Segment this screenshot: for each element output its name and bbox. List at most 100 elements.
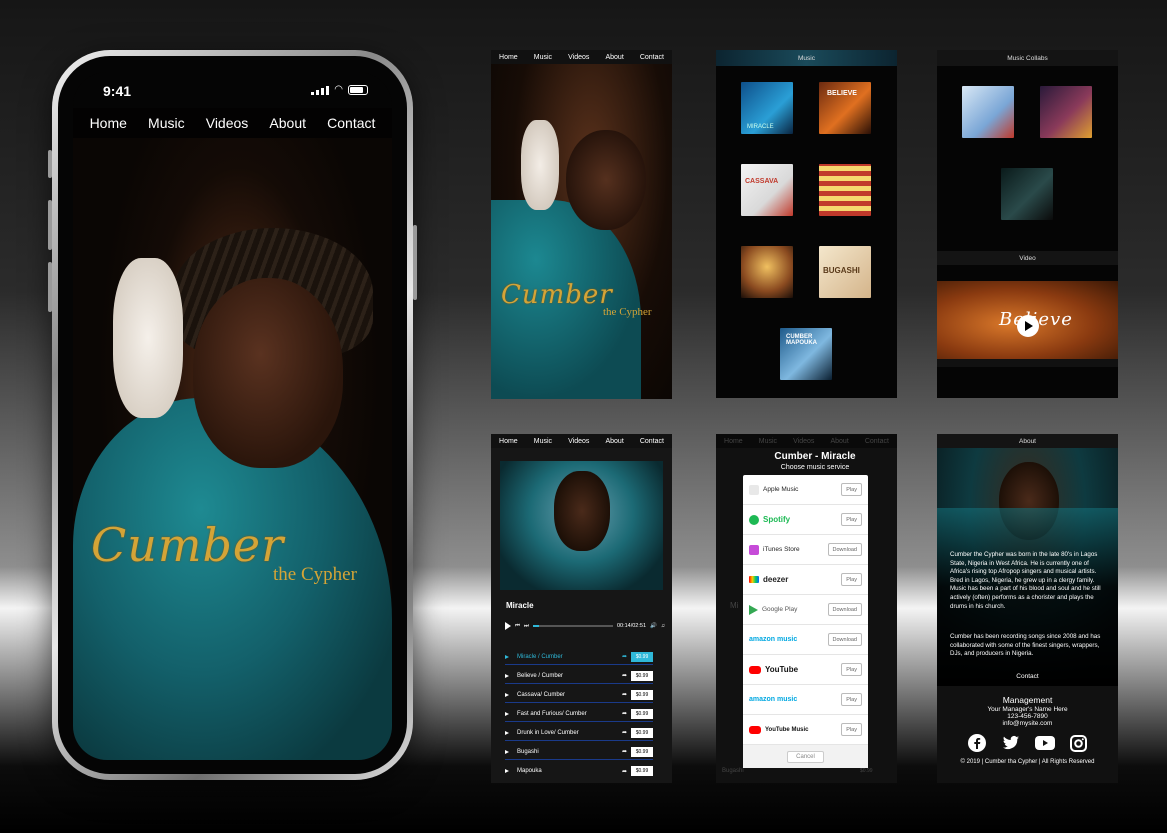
instagram-icon[interactable] [1069,733,1089,753]
collab-cover-3[interactable] [1001,168,1053,220]
home-nav-music[interactable]: Music [534,54,552,61]
album-cover-miracle[interactable]: MIRACLE [741,82,793,134]
player-nav-about[interactable]: About [605,438,623,445]
player-nav-home[interactable]: Home [499,438,518,445]
playlist-icon[interactable]: ♫ [661,623,665,629]
youtube-icon[interactable] [1034,733,1055,753]
home-nav-contact[interactable]: Contact [640,54,664,61]
home-nav-about[interactable]: About [605,54,623,61]
nav-contact[interactable]: Contact [327,115,375,131]
service-action-button[interactable]: Play [841,573,862,586]
manager-email[interactable]: info@mysite.com [937,720,1118,727]
logo-script: Cumber [91,518,285,572]
service-row-youtube[interactable]: YouTube Play [743,655,868,685]
album-cover-believe[interactable]: BELIEVE [819,82,871,134]
service-row-youtube-music[interactable]: YouTube Music Play [743,715,868,745]
track-row[interactable]: Believe / Cumber ➦ $0.99 [505,668,653,684]
youtube-icon [749,665,761,674]
album-cover-drunk-in-love[interactable] [741,246,793,298]
share-icon[interactable]: ➦ [622,710,627,717]
player-nav-contact[interactable]: Contact [640,438,664,445]
service-row-spotify[interactable]: Spotify Play [743,505,868,535]
buy-button[interactable]: $0.99 [631,727,653,738]
service-action-button[interactable]: Download [827,633,862,646]
buy-button[interactable]: $0.99 [631,766,653,776]
service-action-button[interactable]: Play [841,723,862,736]
services-modal: Apple Music Play Spotify Play iTunes Store… [743,475,868,768]
home-hero-fur [521,120,559,210]
share-icon[interactable]: ➦ [622,729,627,736]
nav-videos[interactable]: Videos [206,115,249,131]
video-controls-bar[interactable] [937,359,1118,367]
share-icon[interactable]: ➦ [622,672,627,679]
track-row[interactable]: Fast and Furious/ Cumber ➦ $0.99 [505,706,653,722]
collab-cover-1[interactable] [962,86,1014,138]
progress-bar[interactable] [532,625,613,627]
play-icon[interactable] [505,622,511,630]
collab-cover-2[interactable] [1040,86,1092,138]
share-icon[interactable]: ➦ [622,768,627,775]
player-nav-music[interactable]: Music [534,438,552,445]
share-icon[interactable]: ➦ [622,748,627,755]
service-action-button[interactable]: Play [841,513,862,526]
share-icon[interactable]: ➦ [622,653,627,660]
buy-button[interactable]: $0.99 [631,670,653,681]
home-nav-home[interactable]: Home [499,54,518,61]
service-row-itunes[interactable]: iTunes Store Download [743,535,868,565]
track-row[interactable]: Mapouka ➦ $0.99 [505,763,653,779]
service-row-apple-music[interactable]: Apple Music Play [743,475,868,505]
cellular-signal-icon [311,86,330,95]
hero-fur-collar [113,258,183,418]
track-row[interactable]: Drunk in Love/ Cumber ➦ $0.99 [505,725,653,741]
apple-icon [749,484,759,495]
album-cover-fast-and-furious[interactable] [819,164,871,216]
service-row-deezer[interactable]: deezer Play [743,565,868,595]
main-nav: Home Music Videos About Contact [73,108,392,138]
volume-icon[interactable]: 🔊 [650,623,657,629]
phone-power-button [413,225,417,300]
service-row-amazon-music-2[interactable]: amazon music Play [743,685,868,715]
buy-button[interactable]: $0.99 [631,689,653,700]
buy-button[interactable]: $0.99 [631,708,653,719]
video-player[interactable]: Believe [937,281,1118,367]
contact-heading: Contact [1016,673,1039,680]
home-nav-videos[interactable]: Videos [568,54,589,61]
nav-about[interactable]: About [269,115,306,131]
cancel-button[interactable]: Cancel [787,750,824,763]
service-row-amazon-music[interactable]: amazon music Download [743,625,868,655]
player-album-art [500,461,663,590]
track-row[interactable]: Miracle / Cumber ➦ $0.99 [505,649,653,665]
player-nav: Home Music Videos About Contact [491,434,672,448]
wifi-icon: ◠ [334,84,343,95]
prev-icon[interactable]: ⏮ [515,623,520,630]
hero-face [193,278,343,468]
buy-button[interactable]: $0.99 [631,746,653,757]
buy-button[interactable]: $0.99 [631,651,653,662]
player-nav-videos[interactable]: Videos [568,438,589,445]
service-row-google-play[interactable]: Google Play Download [743,595,868,625]
nav-home[interactable]: Home [90,115,127,131]
track-row[interactable]: Cassava/ Cumber ➦ $0.99 [505,687,653,703]
facebook-icon[interactable] [967,733,987,753]
share-icon[interactable]: ➦ [622,691,627,698]
service-action-button[interactable]: Play [841,483,862,496]
album-cover-cassava[interactable]: CASSAVA [741,164,793,216]
services-subtitle: Choose music service [780,464,850,471]
album-cover-mapouka[interactable]: CUMBER MAPOUKA [780,328,832,380]
collabs-title: Music Collabs [1007,54,1048,62]
twitter-icon[interactable] [1001,733,1021,753]
social-links [937,733,1118,753]
service-action-button[interactable]: Play [841,693,862,706]
video-play-icon[interactable] [1017,315,1039,337]
next-icon[interactable]: ⏭ [524,623,529,630]
track-row[interactable]: Bugashi ➦ $0.99 [505,744,653,760]
album-cover-bugashi[interactable]: BUGASHI [819,246,871,298]
service-action-button[interactable]: Download [827,543,862,556]
nav-music[interactable]: Music [148,115,185,131]
service-action-button[interactable]: Play [841,663,862,676]
copyright: © 2019 | Cumber tha Cypher | All Rights … [960,759,1095,765]
screen-player: Home Music Videos About Contact Miracle … [491,434,672,783]
service-action-button[interactable]: Download [827,603,862,616]
contact-panel: Management Your Manager's Name Here 123-… [937,686,1118,783]
services-title: Cumber - Miracle [774,451,856,462]
